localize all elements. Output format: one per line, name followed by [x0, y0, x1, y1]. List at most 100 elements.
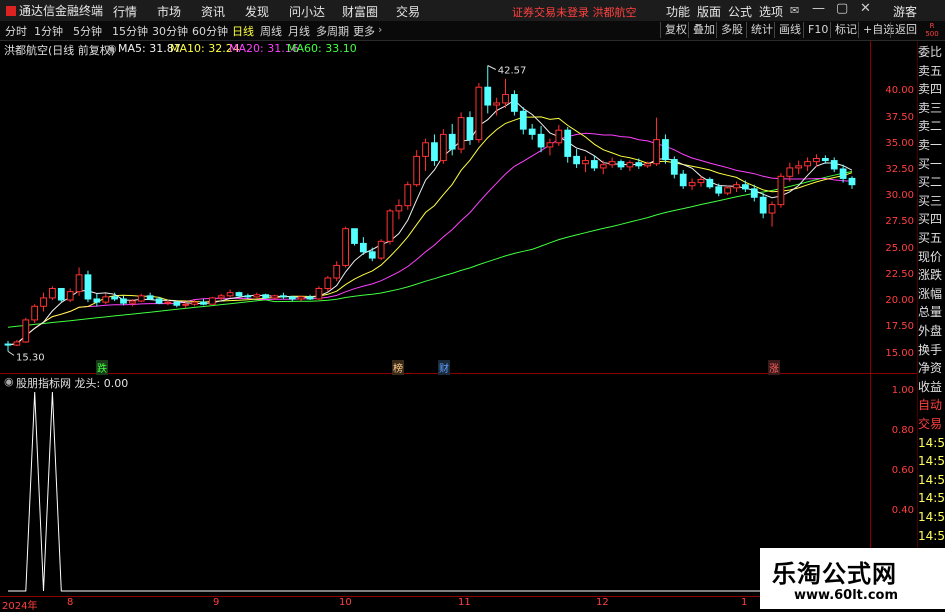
- side-item[interactable]: 卖二: [918, 117, 945, 135]
- candle-body[interactable]: [662, 139, 669, 161]
- candle-body[interactable]: [830, 160, 838, 170]
- candle-body[interactable]: [413, 155, 421, 186]
- candle-body[interactable]: [582, 160, 589, 165]
- period-1min[interactable]: 1分钟: [34, 23, 63, 39]
- candle-body[interactable]: [235, 292, 243, 297]
- menu-shichang[interactable]: 市场: [157, 3, 181, 20]
- candle-body[interactable]: [626, 162, 634, 168]
- side-item[interactable]: 14:56: [918, 527, 945, 545]
- candle-body[interactable]: [377, 240, 385, 259]
- mini-badge[interactable]: R 500: [921, 22, 943, 38]
- candle-body[interactable]: [670, 159, 678, 175]
- side-item[interactable]: 14:56: [918, 471, 945, 489]
- candle-body[interactable]: [404, 184, 412, 207]
- more-arrow-icon[interactable]: ›: [378, 23, 382, 36]
- close-icon[interactable]: ✕: [860, 1, 871, 16]
- candle-body[interactable]: [590, 160, 598, 169]
- candle-body[interactable]: [173, 301, 181, 306]
- candle-body[interactable]: [750, 188, 758, 198]
- side-item[interactable]: 卖五: [918, 62, 945, 80]
- candle-body[interactable]: [271, 295, 278, 299]
- menu-faxian[interactable]: 发现: [245, 3, 269, 20]
- menu-zixun[interactable]: 资讯: [201, 3, 225, 20]
- candle-body[interactable]: [306, 296, 314, 300]
- indicator-chart[interactable]: [0, 389, 870, 596]
- candle-body[interactable]: [697, 178, 705, 184]
- side-item[interactable]: 买二: [918, 173, 945, 191]
- candle-body[interactable]: [493, 102, 501, 106]
- menu-banmian[interactable]: 版面: [697, 3, 721, 20]
- side-item[interactable]: 14:56: [918, 489, 945, 507]
- candle-body[interactable]: [511, 94, 518, 112]
- side-item[interactable]: 外盘: [918, 322, 945, 340]
- candle-body[interactable]: [457, 117, 465, 150]
- candle-body[interactable]: [617, 161, 625, 168]
- candle-body[interactable]: [644, 163, 652, 167]
- period-weekly[interactable]: 周线: [260, 23, 282, 39]
- candle-body[interactable]: [777, 175, 785, 206]
- candle-body[interactable]: [324, 277, 332, 289]
- side-item[interactable]: 总量: [918, 303, 945, 321]
- candle-body[interactable]: [635, 162, 643, 167]
- candle-body[interactable]: [786, 167, 794, 177]
- side-item[interactable]: 14:56: [918, 434, 945, 452]
- candle-body[interactable]: [688, 182, 696, 187]
- candle-body[interactable]: [733, 184, 740, 189]
- candle-body[interactable]: [546, 142, 554, 148]
- candle-body[interactable]: [146, 295, 154, 300]
- period-30min[interactable]: 30分钟: [152, 23, 188, 39]
- candlestick-chart[interactable]: 42.57 15.30: [0, 57, 870, 373]
- side-item[interactable]: 卖一: [918, 136, 945, 154]
- menu-xuanxiang[interactable]: 选项: [759, 3, 783, 20]
- minimize-icon[interactable]: —: [812, 1, 825, 16]
- candle-body[interactable]: [715, 186, 723, 194]
- candle-body[interactable]: [217, 295, 225, 299]
- candle-body[interactable]: [351, 228, 358, 244]
- side-item[interactable]: 买五: [918, 229, 945, 247]
- candle-body[interactable]: [120, 298, 127, 304]
- candle-body[interactable]: [742, 184, 749, 190]
- candle-body[interactable]: [555, 129, 563, 144]
- candle-body[interactable]: [804, 161, 811, 167]
- btn-tongji[interactable]: 统计: [746, 22, 777, 38]
- side-item[interactable]: 卖四: [918, 80, 945, 98]
- candle-body[interactable]: [128, 300, 136, 304]
- menu-gongshi[interactable]: 公式: [728, 3, 752, 20]
- candle-body[interactable]: [4, 343, 12, 346]
- candle-body[interactable]: [599, 164, 607, 169]
- candle-body[interactable]: [679, 173, 687, 187]
- mail-icon[interactable]: ✉: [790, 4, 799, 17]
- candle-body[interactable]: [839, 168, 847, 179]
- candle-body[interactable]: [13, 341, 21, 346]
- side-item[interactable]: 换手: [918, 341, 945, 359]
- candle-body[interactable]: [768, 204, 776, 214]
- btn-huaxian[interactable]: 画线: [774, 22, 805, 38]
- indicator-settings-icon[interactable]: ◉: [4, 375, 14, 388]
- candle-body[interactable]: [155, 298, 163, 304]
- candle-body[interactable]: [484, 86, 492, 106]
- candle-body[interactable]: [537, 133, 545, 148]
- side-item[interactable]: 委比: [918, 43, 945, 61]
- candle-body[interactable]: [315, 287, 323, 300]
- candle-body[interactable]: [475, 86, 483, 141]
- candle-body[interactable]: [280, 295, 287, 298]
- candle-body[interactable]: [368, 251, 376, 259]
- side-item[interactable]: 卖三: [918, 99, 945, 117]
- side-item[interactable]: 收益: [918, 378, 945, 396]
- candle-body[interactable]: [359, 242, 367, 253]
- menu-gongneng[interactable]: 功能: [666, 3, 690, 20]
- candle-body[interactable]: [111, 296, 118, 300]
- candle-body[interactable]: [333, 264, 341, 279]
- candle-body[interactable]: [182, 303, 190, 306]
- side-item[interactable]: 买一: [918, 155, 945, 173]
- candle-body[interactable]: [431, 142, 438, 162]
- candle-body[interactable]: [102, 296, 110, 303]
- candle-body[interactable]: [84, 274, 92, 300]
- candle-body[interactable]: [848, 177, 856, 186]
- candle-body[interactable]: [395, 205, 403, 212]
- period-daily[interactable]: 日线: [232, 23, 254, 39]
- btn-fanhui[interactable]: 返回: [890, 22, 921, 38]
- candle-body[interactable]: [164, 301, 172, 304]
- candle-body[interactable]: [724, 187, 732, 194]
- menu-caifuquan[interactable]: 财富圈: [342, 3, 378, 20]
